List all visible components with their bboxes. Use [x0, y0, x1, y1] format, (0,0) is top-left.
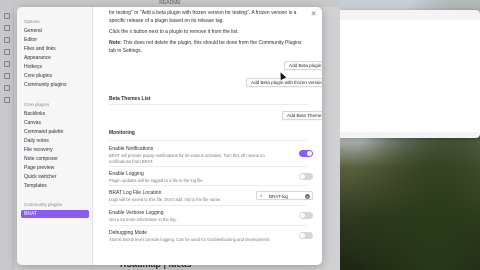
log-file-setting-desc: Logs will be saved to this file. Don't a… — [109, 197, 222, 202]
debug-setting-desc: Atomic Bomb level console logging. Can b… — [109, 237, 271, 242]
toggle-knob — [300, 213, 305, 218]
divider — [109, 140, 307, 141]
note-text-line-1: Note: This does not delete the plugin, t… — [109, 40, 302, 46]
toggle-knob — [300, 174, 305, 179]
log-file-input[interactable]: ⌕ BRAT-log × — [256, 191, 313, 200]
monitoring-heading: Monitoring — [109, 130, 135, 136]
core-plugins-heading: Core plugins — [24, 102, 50, 107]
sidebar-item-templates[interactable]: Templates — [24, 183, 47, 189]
sidebar-item-hotkeys[interactable]: Hotkeys — [24, 64, 42, 70]
debug-toggle[interactable] — [299, 232, 313, 239]
intro-text-line-2: specific release of a plugin based on it… — [109, 18, 224, 24]
beta-themes-heading: Beta Themes List — [109, 96, 151, 102]
sidebar-item-files-and-links[interactable]: Files and links — [24, 46, 56, 52]
notifications-setting-desc-2: notifications from BRAT. — [109, 159, 154, 164]
sidebar-item-brat[interactable]: BRAT — [21, 210, 89, 218]
divider — [109, 166, 307, 167]
sidebar-item-quick-switcher[interactable]: Quick switcher — [24, 174, 57, 180]
log-file-value: BRAT-log — [269, 193, 288, 199]
notifications-setting-name: Enable Notifications — [109, 146, 154, 152]
sidebar-item-appearance[interactable]: Appearance — [24, 55, 51, 61]
settings-content: for testing" or "Add a beta plugin with … — [93, 7, 322, 265]
note-body: This does not delete the plugin, this sh… — [121, 40, 302, 46]
search-icon: ⌕ — [260, 193, 263, 199]
sidebar-item-editor[interactable]: Editor — [24, 37, 37, 43]
logging-toggle[interactable] — [299, 173, 313, 180]
intro-text-line-1: for testing" or "Add a beta plugin with … — [109, 10, 297, 16]
remove-instruction: Click the x button next to a plugin to r… — [109, 29, 239, 35]
divider — [109, 104, 307, 105]
toggle-knob — [300, 233, 305, 238]
log-file-setting-name: BRAT Log File Location — [109, 190, 162, 196]
divider — [109, 225, 307, 226]
sidebar-item-page-preview[interactable]: Page preview — [24, 165, 54, 171]
sidebar-item-command-palette[interactable]: Command palette — [24, 129, 63, 135]
note-text-line-2: tab in Settings. — [109, 48, 143, 54]
community-plugins-heading: Community plugins — [24, 202, 63, 207]
sidebar-item-file-recovery[interactable]: File recovery — [24, 147, 53, 153]
toggle-knob — [307, 151, 312, 156]
notifications-setting-desc: BRAT will provide popup notifications fo… — [109, 153, 265, 158]
add-beta-theme-button[interactable]: Add Beta Theme — [282, 111, 322, 120]
options-heading: Options — [24, 19, 40, 24]
verbose-setting-name: Enable Verbose Logging — [109, 210, 164, 216]
settings-modal: Options General Editor Files and links A… — [17, 7, 322, 265]
sidebar-item-general[interactable]: General — [24, 28, 42, 34]
logging-setting-name: Enable Logging — [109, 171, 144, 177]
note-label: Note: — [109, 40, 122, 46]
settings-sidebar: Options General Editor Files and links A… — [17, 7, 93, 265]
divider — [109, 205, 307, 206]
background-window[interactable] — [318, 10, 480, 138]
verbose-toggle[interactable] — [299, 212, 313, 219]
logging-setting-desc: Plugin updates will be logged to a file … — [109, 178, 204, 183]
background-window-content — [322, 20, 480, 132]
add-frozen-version-button[interactable]: Add Beta plugin with frozen version — [246, 78, 322, 87]
sidebar-item-canvas[interactable]: Canvas — [24, 120, 41, 126]
sidebar-item-backlinks[interactable]: Backlinks — [24, 111, 45, 117]
debug-setting-name: Debugging Mode — [109, 230, 148, 236]
sidebar-item-note-composer[interactable]: Note composer — [24, 156, 58, 162]
sidebar-item-community-plugins[interactable]: Community plugins — [24, 82, 67, 88]
clear-icon[interactable]: × — [305, 193, 310, 199]
verbose-setting-desc: Get a lot more information in the log. — [109, 217, 177, 222]
divider — [109, 185, 307, 186]
sidebar-item-core-plugins[interactable]: Core plugins — [24, 73, 52, 79]
notifications-toggle[interactable] — [299, 150, 313, 157]
sidebar-item-daily-notes[interactable]: Daily notes — [24, 138, 49, 144]
add-beta-plugin-button[interactable]: Add Beta plugin — [284, 61, 322, 70]
